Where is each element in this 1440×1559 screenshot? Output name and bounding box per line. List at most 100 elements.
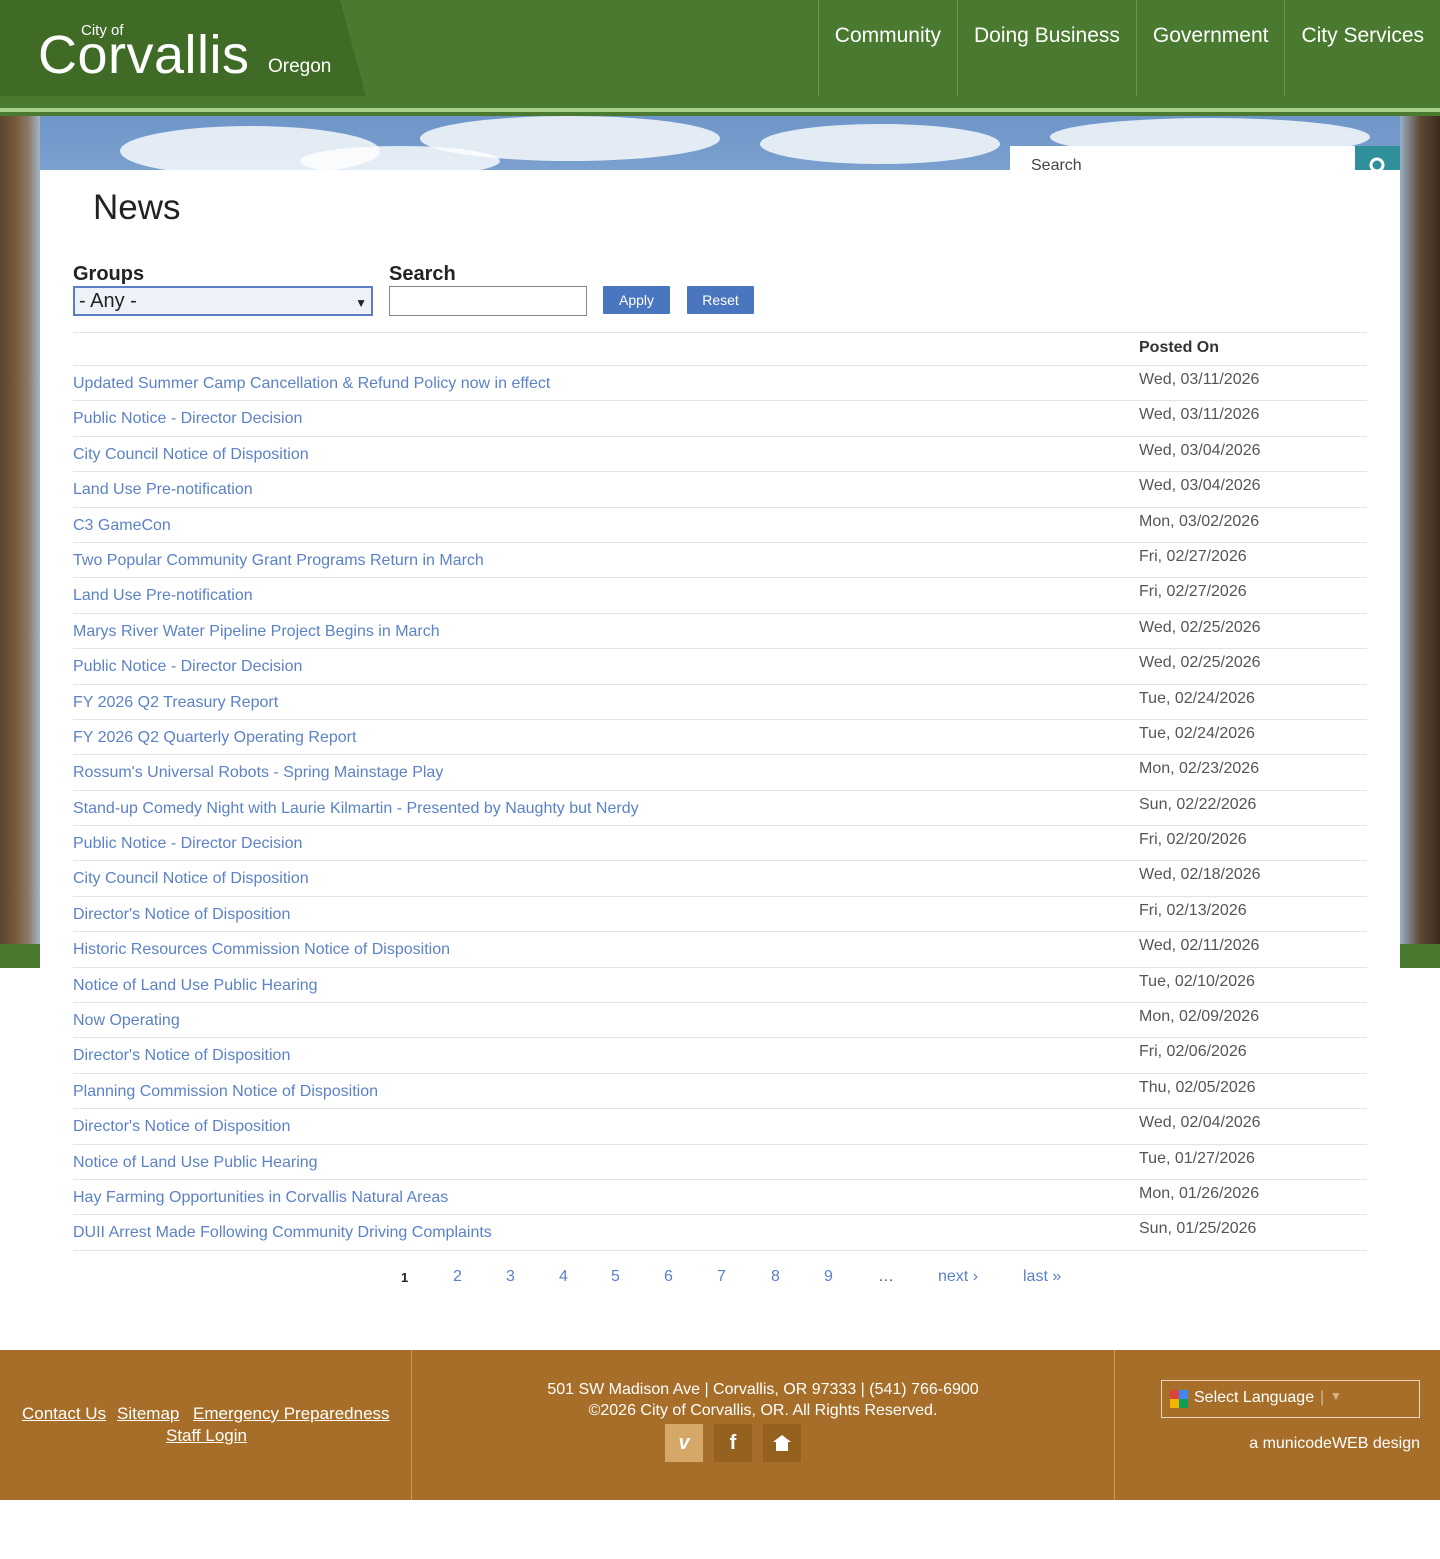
news-link[interactable]: City Council Notice of Disposition xyxy=(73,446,309,464)
nav-doing-business[interactable]: Doing Business xyxy=(956,0,1136,96)
news-link[interactable]: FY 2026 Q2 Treasury Report xyxy=(73,694,278,712)
table-row: City Council Notice of Disposition Wed, 0… xyxy=(73,437,1367,473)
news-date: Wed, 02/11/2026 xyxy=(1139,937,1260,955)
news-link[interactable]: Planning Commission Notice of Dispositio… xyxy=(73,1083,378,1101)
news-link[interactable]: Public Notice - Director Decision xyxy=(73,410,302,428)
select-language-widget[interactable]: Select Language | ▼ xyxy=(1161,1380,1420,1418)
news-link[interactable]: Notice of Land Use Public Hearing xyxy=(73,1154,318,1172)
pager-ellipsis: … xyxy=(878,1268,894,1285)
pager-last[interactable]: last » xyxy=(1023,1268,1061,1286)
news-link[interactable]: Land Use Pre-notification xyxy=(73,587,253,605)
site-search-button[interactable] xyxy=(1355,146,1400,170)
table-row: Public Notice - Director Decision Wed, 02… xyxy=(73,649,1367,685)
nav-community[interactable]: Community xyxy=(817,0,957,96)
table-row: Public Notice - Director Decision Wed, 03… xyxy=(73,401,1367,437)
footer-link-emergency-preparedness[interactable]: Emergency Preparedness xyxy=(193,1404,390,1424)
news-link[interactable]: Notice of Land Use Public Hearing xyxy=(73,977,318,995)
news-link[interactable]: Hay Farming Opportunities in Corvallis N… xyxy=(73,1189,448,1207)
table-row: DUII Arrest Made Following Community Dri… xyxy=(73,1215,1367,1251)
table-row: Notice of Land Use Public Hearing Tue, 01… xyxy=(73,1145,1367,1180)
pager: 1 2 3 4 5 6 7 8 9 … next › last » xyxy=(40,1268,1400,1292)
chevron-down-icon: ▼ xyxy=(355,296,367,310)
news-link[interactable]: Land Use Pre-notification xyxy=(73,481,253,499)
news-date: Wed, 02/25/2026 xyxy=(1139,618,1261,636)
news-date: Wed, 02/25/2026 xyxy=(1139,654,1261,672)
pager-current: 1 xyxy=(401,1270,409,1285)
footer-link-contact-us[interactable]: Contact Us xyxy=(22,1404,106,1424)
table-row: Stand-up Comedy Night with Laurie Kilmar… xyxy=(73,791,1367,827)
apply-button[interactable]: Apply xyxy=(603,286,670,314)
news-date: Thu, 02/05/2026 xyxy=(1139,1078,1256,1096)
site-search-input[interactable]: Search xyxy=(1010,146,1355,170)
news-link[interactable]: Marys River Water Pipeline Project Begin… xyxy=(73,623,440,641)
news-date: Mon, 03/02/2026 xyxy=(1139,512,1260,530)
reset-button[interactable]: Reset xyxy=(687,286,754,314)
news-link[interactable]: Two Popular Community Grant Programs Ret… xyxy=(73,552,484,570)
site-search-placeholder: Search xyxy=(1031,157,1082,170)
pager-page-9[interactable]: 9 xyxy=(824,1268,833,1286)
hero-tree-right xyxy=(1400,116,1440,944)
news-date: Fri, 02/27/2026 xyxy=(1139,583,1247,601)
news-link[interactable]: FY 2026 Q2 Quarterly Operating Report xyxy=(73,729,356,747)
pager-page-5[interactable]: 5 xyxy=(611,1268,620,1286)
table-row: Now Operating Mon, 02/09/2026 xyxy=(73,1003,1367,1039)
news-date: Fri, 02/27/2026 xyxy=(1139,547,1247,565)
logo-city-name: Corvallis xyxy=(38,25,250,85)
news-link[interactable]: Public Notice - Director Decision xyxy=(73,835,302,853)
news-link[interactable]: Director's Notice of Disposition xyxy=(73,1118,290,1136)
news-link[interactable]: Public Notice - Director Decision xyxy=(73,658,302,676)
news-link[interactable]: Stand-up Comedy Night with Laurie Kilmar… xyxy=(73,800,639,818)
pager-page-2[interactable]: 2 xyxy=(453,1268,462,1286)
news-date: Wed, 03/11/2026 xyxy=(1139,371,1260,388)
nextdoor-icon[interactable] xyxy=(763,1424,801,1462)
chevron-down-icon: ▼ xyxy=(1330,1389,1342,1403)
news-link[interactable]: City Council Notice of Disposition xyxy=(73,870,309,888)
news-link[interactable]: C3 GameCon xyxy=(73,517,171,535)
news-link[interactable]: DUII Arrest Made Following Community Dri… xyxy=(73,1224,492,1242)
news-date: Sun, 02/22/2026 xyxy=(1139,795,1257,813)
news-link[interactable]: Rossum's Universal Robots - Spring Mains… xyxy=(73,764,443,782)
vimeo-icon[interactable]: v xyxy=(665,1424,703,1462)
news-date: Wed, 03/11/2026 xyxy=(1139,406,1260,424)
google-translate-icon xyxy=(1170,1390,1188,1408)
news-link[interactable]: Historic Resources Commission Notice of … xyxy=(73,941,450,959)
pager-next[interactable]: next › xyxy=(938,1268,978,1286)
table-row: Two Popular Community Grant Programs Ret… xyxy=(73,543,1367,579)
language-separator: | xyxy=(1320,1389,1325,1406)
news-link[interactable]: Director's Notice of Disposition xyxy=(73,1047,290,1065)
select-language-label: Select Language xyxy=(1194,1389,1315,1406)
groups-select[interactable]: - Any - ▼ xyxy=(73,286,373,316)
pager-page-8[interactable]: 8 xyxy=(771,1268,780,1286)
site-header: City of Corvallis Oregon Community Doing… xyxy=(0,0,1440,108)
pager-page-3[interactable]: 3 xyxy=(506,1268,515,1286)
news-link[interactable]: Updated Summer Camp Cancellation & Refun… xyxy=(73,375,550,393)
news-date: Tue, 02/24/2026 xyxy=(1139,689,1255,707)
nav-city-services[interactable]: City Services xyxy=(1284,0,1440,96)
table-row: Updated Summer Camp Cancellation & Refun… xyxy=(73,366,1367,402)
footer-link-staff-login[interactable]: Staff Login xyxy=(166,1426,247,1446)
news-date: Tue, 02/10/2026 xyxy=(1139,972,1255,990)
table-row: Director's Notice of Disposition Fri, 02/… xyxy=(73,897,1367,933)
footer-credit[interactable]: a municodeWEB design xyxy=(1180,1435,1420,1453)
search-icon xyxy=(1369,157,1385,170)
footer-link-sitemap[interactable]: Sitemap xyxy=(117,1404,179,1424)
search-label: Search xyxy=(389,263,456,285)
news-date: Wed, 02/18/2026 xyxy=(1139,866,1261,884)
news-link[interactable]: Now Operating xyxy=(73,1012,180,1030)
facebook-icon[interactable]: f xyxy=(714,1424,752,1462)
news-link[interactable]: Director's Notice of Disposition xyxy=(73,906,290,924)
news-search-input[interactable] xyxy=(389,286,587,316)
table-row: C3 GameCon Mon, 03/02/2026 xyxy=(73,508,1367,543)
house-icon xyxy=(773,1435,791,1451)
posted-on-header[interactable]: Posted On xyxy=(1139,339,1219,357)
pager-page-7[interactable]: 7 xyxy=(717,1268,726,1286)
pager-page-4[interactable]: 4 xyxy=(559,1268,568,1286)
table-row: Marys River Water Pipeline Project Begin… xyxy=(73,614,1367,650)
pager-page-6[interactable]: 6 xyxy=(664,1268,673,1286)
groups-label: Groups xyxy=(73,263,145,285)
nav-government[interactable]: Government xyxy=(1135,0,1285,96)
table-row: Director's Notice of Disposition Fri, 02/… xyxy=(73,1038,1367,1074)
news-date: Wed, 03/04/2026 xyxy=(1139,441,1261,459)
footer-copyright: ©2026 City of Corvallis, OR. All Rights … xyxy=(588,1402,938,1419)
news-date: Tue, 02/24/2026 xyxy=(1139,724,1255,742)
